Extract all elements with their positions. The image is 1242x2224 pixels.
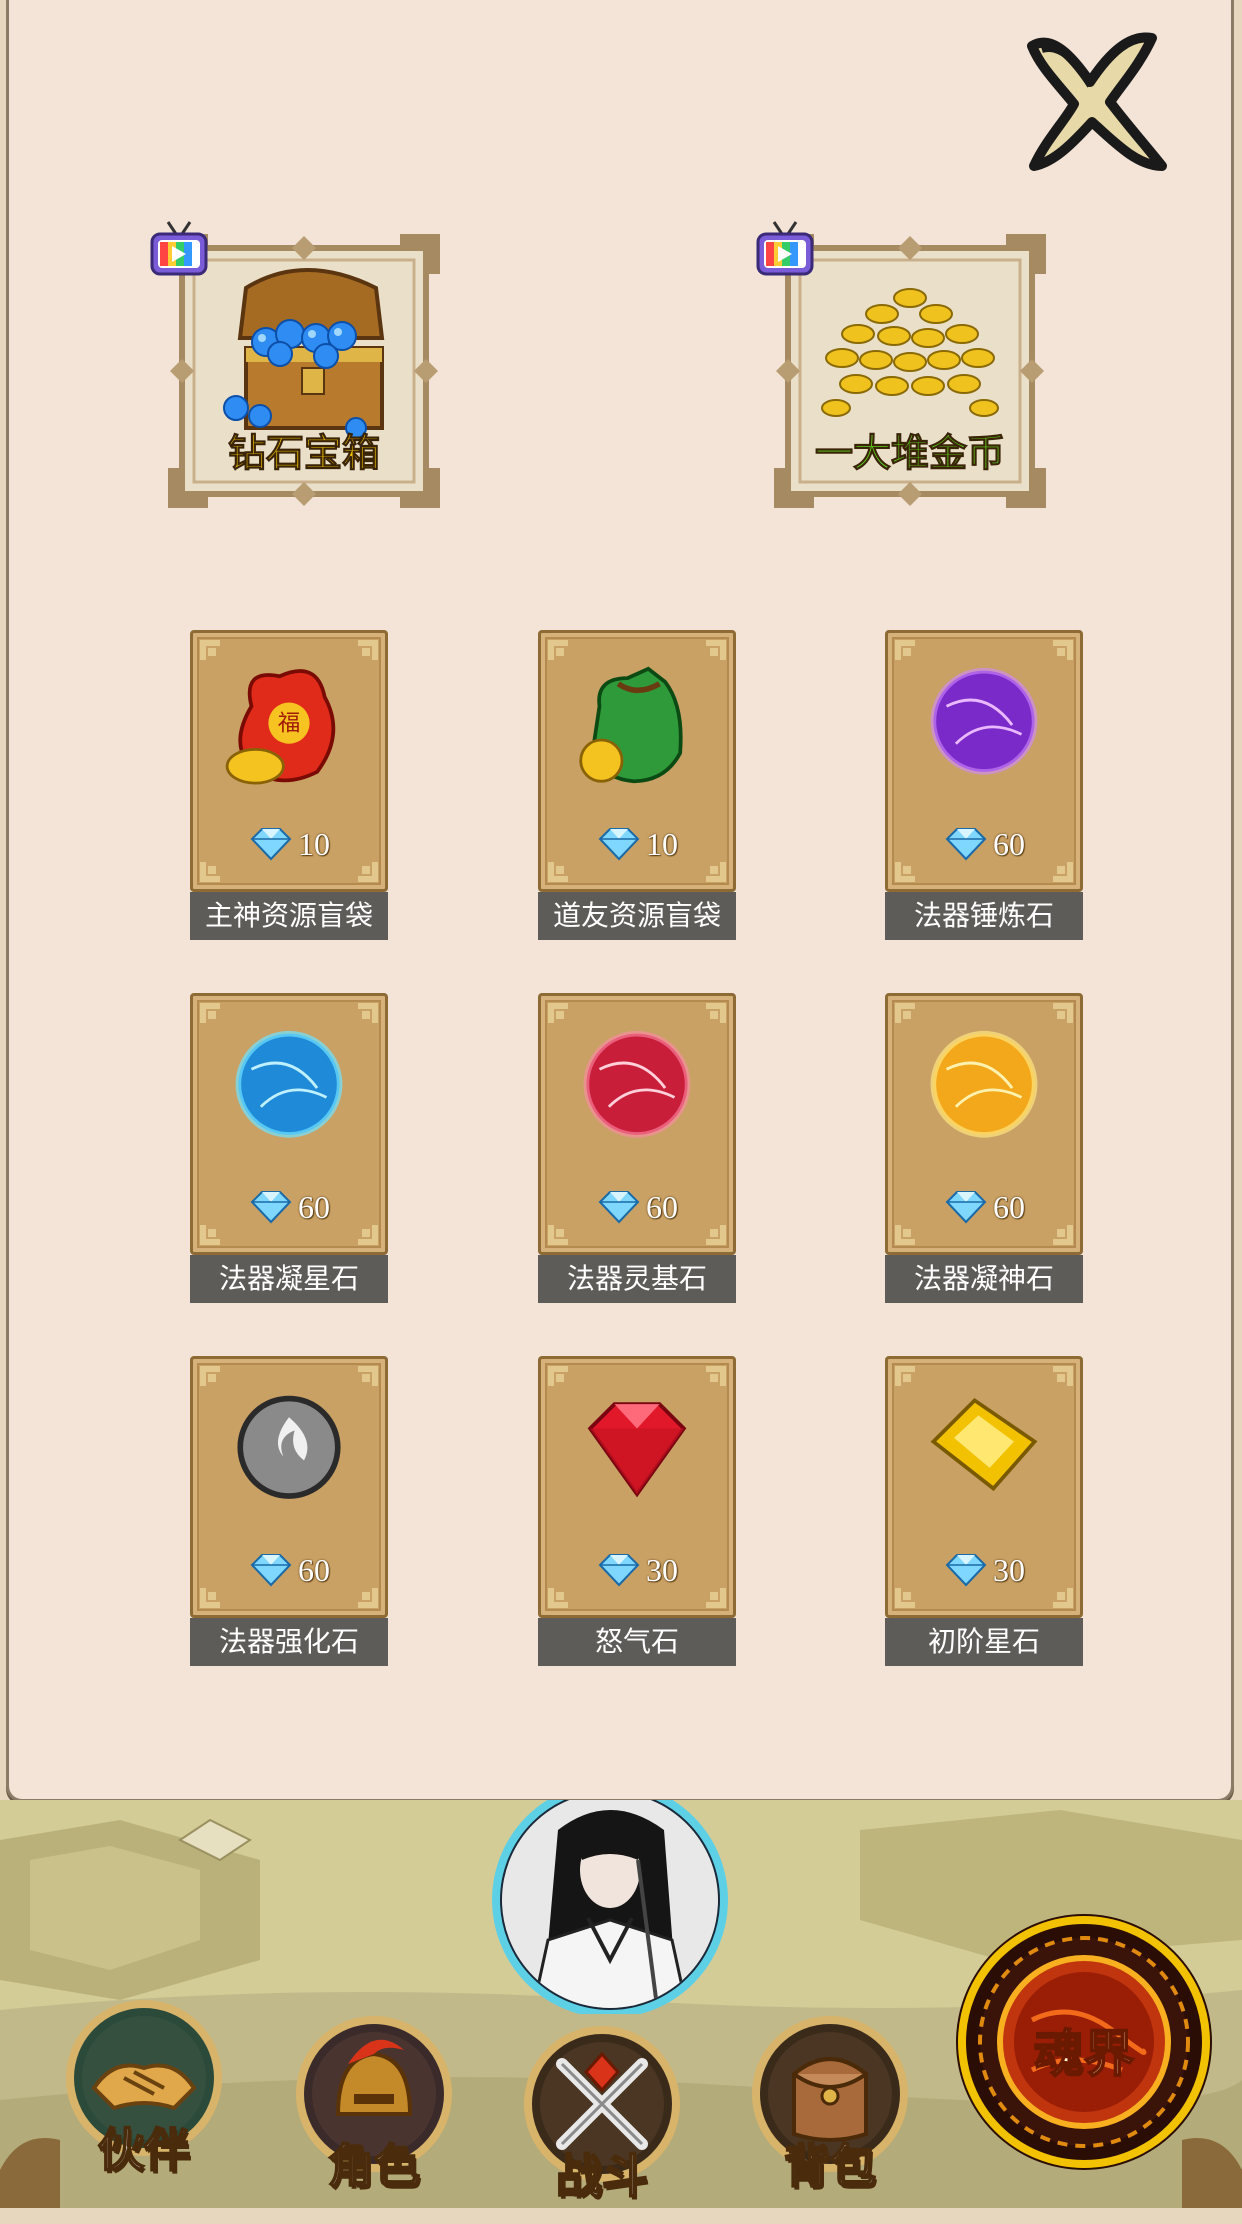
shop-item-card[interactable]: 60 法器强化石 <box>190 1356 388 1666</box>
soul-realm-button[interactable]: 魂界 <box>952 1910 1216 2174</box>
diamond-chest-icon <box>206 258 402 448</box>
video-ad-tv-icon <box>752 216 818 282</box>
item-name: 初阶星石 <box>885 1618 1083 1666</box>
price-value: 60 <box>298 1188 330 1225</box>
svg-text:福: 福 <box>278 711 301 737</box>
price-value: 30 <box>646 1551 678 1588</box>
price-value: 60 <box>646 1188 678 1225</box>
diamond-icon <box>943 1553 989 1587</box>
price-value: 10 <box>646 825 678 862</box>
item-price: 60 <box>190 1548 388 1592</box>
price-value: 30 <box>993 1551 1025 1588</box>
nav-character-button[interactable]: 角色 <box>284 2014 464 2214</box>
grey-flame-orb-icon <box>214 1376 364 1526</box>
nav-label: 背包 <box>783 2138 877 2194</box>
diamond-icon <box>248 1553 294 1587</box>
nav-partner-button[interactable]: 伙伴 <box>54 1998 234 2198</box>
nav-backpack-button[interactable]: 背包 <box>740 2014 920 2214</box>
item-name: 法器灵基石 <box>538 1255 736 1303</box>
gold-coin-pile-icon <box>812 258 1008 448</box>
item-price: 60 <box>538 1185 736 1229</box>
reward-gold-coin-pile[interactable]: 一大堆金币 <box>756 221 1054 516</box>
item-name: 怒气石 <box>538 1618 736 1666</box>
shop-item-card[interactable]: 60 法器锤炼石 <box>885 630 1083 940</box>
price-value: 60 <box>298 1551 330 1588</box>
reward-diamond-chest[interactable]: 钻石宝箱 <box>150 221 448 516</box>
purple-orb-icon <box>909 650 1059 800</box>
diamond-icon <box>596 1553 642 1587</box>
diamond-icon <box>943 827 989 861</box>
item-name: 道友资源盲袋 <box>538 892 736 940</box>
item-name: 法器锤炼石 <box>885 892 1083 940</box>
shop-item-card[interactable]: 福 10 主神资源盲袋 <box>190 630 388 940</box>
item-name: 主神资源盲袋 <box>190 892 388 940</box>
diamond-icon <box>943 1190 989 1224</box>
red-lucky-bag-icon: 福 <box>214 650 364 800</box>
shop-item-card[interactable]: 30 初阶星石 <box>885 1356 1083 1666</box>
soul-realm-label: 魂界 <box>1033 2023 1135 2084</box>
nav-label: 伙伴 <box>97 2122 191 2178</box>
diamond-icon <box>248 1190 294 1224</box>
green-coin-bag-icon <box>562 650 712 800</box>
item-name: 法器强化石 <box>190 1618 388 1666</box>
price-value: 60 <box>993 825 1025 862</box>
shop-item-card[interactable]: 30 怒气石 <box>538 1356 736 1666</box>
price-value: 60 <box>993 1188 1025 1225</box>
nav-label: 战斗 <box>555 2148 649 2204</box>
shop-item-card[interactable]: 60 法器凝神石 <box>885 993 1083 1303</box>
diamond-icon <box>596 1190 642 1224</box>
reward-label: 一大堆金币 <box>814 430 1005 476</box>
reward-label: 钻石宝箱 <box>227 430 380 476</box>
price-value: 10 <box>298 825 330 862</box>
item-price: 60 <box>190 1185 388 1229</box>
nav-battle-button[interactable]: 战斗 <box>512 2024 692 2224</box>
hero-portrait-icon[interactable] <box>488 1782 732 2018</box>
gold-orb-icon <box>909 1013 1059 1163</box>
item-name: 法器凝星石 <box>190 1255 388 1303</box>
item-price: 30 <box>538 1548 736 1592</box>
item-price: 10 <box>190 822 388 866</box>
shop-item-card[interactable]: 60 法器灵基石 <box>538 993 736 1303</box>
close-icon[interactable] <box>1012 16 1168 176</box>
shop-item-card[interactable]: 10 道友资源盲袋 <box>538 630 736 940</box>
blue-orb-icon <box>214 1013 364 1163</box>
item-name: 法器凝神石 <box>885 1255 1083 1303</box>
diamond-icon <box>248 827 294 861</box>
diamond-icon <box>596 827 642 861</box>
red-gem-icon <box>562 1376 712 1526</box>
video-ad-tv-icon <box>146 216 212 282</box>
nav-label: 角色 <box>327 2138 421 2194</box>
item-price: 60 <box>885 1185 1083 1229</box>
item-price: 10 <box>538 822 736 866</box>
item-price: 60 <box>885 822 1083 866</box>
gold-gem-icon <box>909 1376 1059 1526</box>
red-orb-icon <box>562 1013 712 1163</box>
item-price: 30 <box>885 1548 1083 1592</box>
shop-item-card[interactable]: 60 法器凝星石 <box>190 993 388 1303</box>
